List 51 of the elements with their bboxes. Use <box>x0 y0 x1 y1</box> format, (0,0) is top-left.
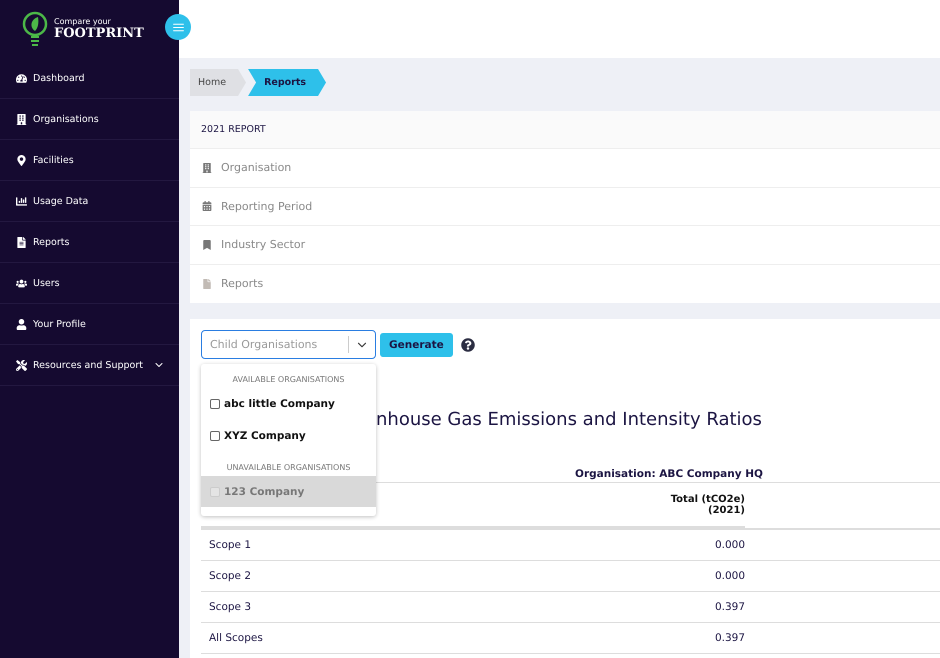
table-cell-text: 0.397 <box>714 632 745 644</box>
sidebar-item[interactable]: Dashboard <box>0 58 179 99</box>
table-cell-text: 0.000 <box>714 539 745 551</box>
help-icon[interactable] <box>460 338 475 352</box>
group-label: UNAVAILABLE ORGANISATIONS <box>226 462 352 474</box>
table-cell-text: Scope 2 <box>209 570 252 582</box>
map-pin-icon <box>16 154 27 166</box>
bookmark-icon <box>202 240 212 250</box>
report-section-row[interactable]: Reports <box>190 264 940 303</box>
generate-button[interactable]: Generate <box>380 332 453 356</box>
document-icon <box>16 236 27 248</box>
card-title: 2021 REPORT <box>190 111 940 149</box>
user-icon <box>16 318 27 330</box>
column-header: (2021) <box>708 504 745 516</box>
sidebar-item[interactable]: Usage Data <box>0 181 179 222</box>
dropdown-option[interactable]: abc little Company <box>201 388 376 420</box>
report-heading: nhouse Gas Emissions and Intensity Ratios <box>376 409 763 430</box>
sidebar-item[interactable]: Organisations <box>0 99 179 140</box>
logo-tagline: Compare your <box>54 17 112 26</box>
table-cell-text: Scope 1 <box>209 539 252 551</box>
calendar-icon <box>202 201 212 212</box>
sidebar-item[interactable]: Your Profile <box>0 304 179 345</box>
report-section-row[interactable]: Industry Sector <box>190 226 940 264</box>
bar-chart-icon <box>16 196 27 206</box>
document-icon <box>202 278 212 289</box>
column-header: Total (tCO2e) <box>670 494 745 504</box>
tools-icon <box>16 360 27 370</box>
breadcrumb-item[interactable]: Home <box>190 69 246 96</box>
dashboard-icon <box>16 72 27 84</box>
table-cell-text: 0.397 <box>714 601 745 613</box>
checkbox[interactable] <box>210 431 220 441</box>
table-cell-text: 0.000 <box>714 570 745 582</box>
report-section-row[interactable]: Reporting Period <box>190 188 940 226</box>
sidebar-item[interactable]: Facilities <box>0 140 179 181</box>
table-cell-text: Scope 3 <box>209 601 252 613</box>
organisation-label: Organisation: ABC Company HQ <box>574 468 764 480</box>
logo-wordmark: FOOTPRINT <box>54 26 144 41</box>
users-icon <box>16 278 27 288</box>
sidebar-item[interactable]: Resources and Support <box>0 345 179 386</box>
building-icon <box>16 114 27 124</box>
table-cell-text: All Scopes <box>209 632 264 644</box>
breadcrumb-item[interactable]: Reports <box>248 69 326 96</box>
sidebar-item[interactable]: Users <box>0 263 179 304</box>
checkbox[interactable] <box>210 399 220 409</box>
group-label: AVAILABLE ORGANISATIONS <box>232 374 346 386</box>
dropdown-option[interactable]: XYZ Company <box>201 420 376 452</box>
lightbulb-leaf-icon <box>22 11 48 47</box>
sidebar-item[interactable]: Reports <box>0 222 179 263</box>
report-section-row[interactable]: Organisation <box>190 149 940 188</box>
menu-icon <box>172 20 184 34</box>
building-icon <box>202 162 212 173</box>
